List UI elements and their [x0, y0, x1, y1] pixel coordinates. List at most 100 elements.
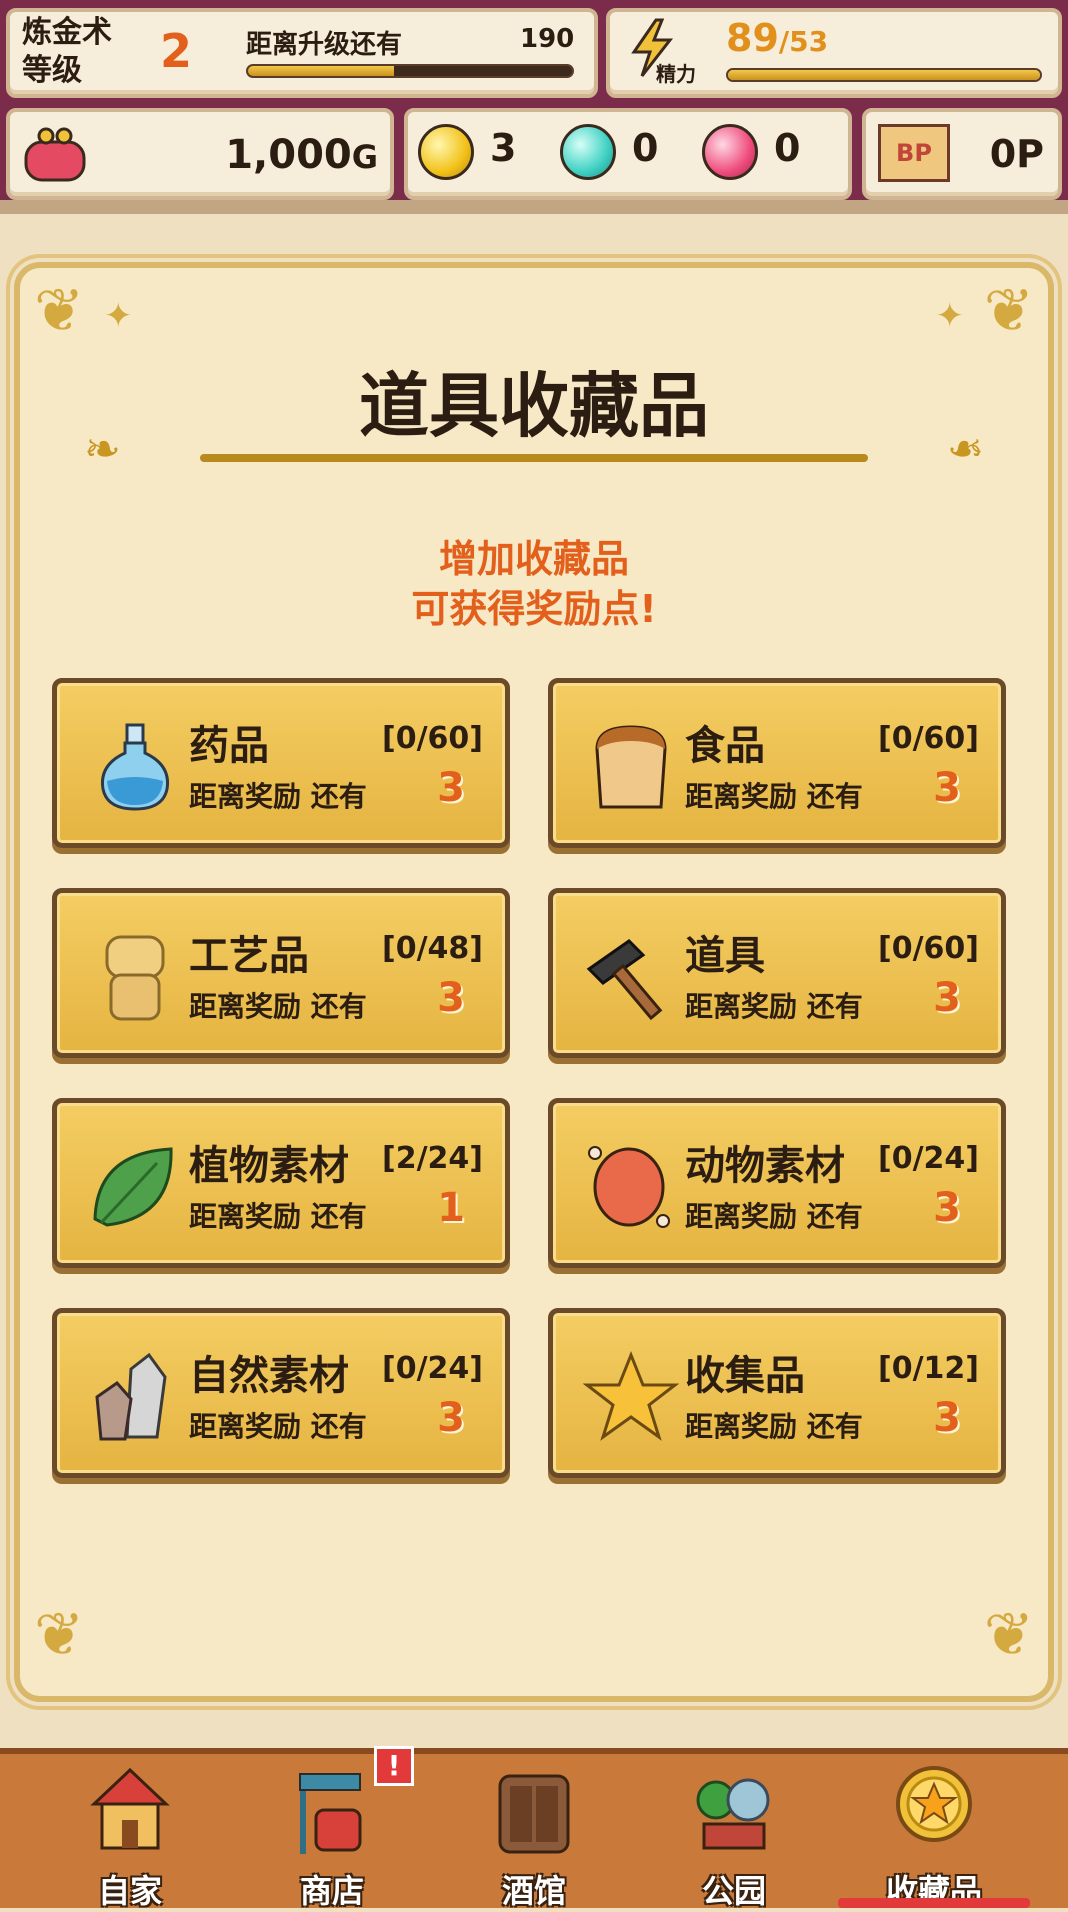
- reward-label: 距离奖励 还有: [189, 990, 367, 1023]
- category-name: 道具: [685, 933, 765, 979]
- title-divider: [200, 454, 868, 462]
- nav-home-label: 自家: [97, 1872, 162, 1910]
- park-icon: [694, 1760, 774, 1860]
- nav-tavern[interactable]: 酒馆: [454, 1760, 614, 1910]
- corner-ornament-icon: ❦: [983, 1600, 1034, 1670]
- reward-remaining: 3: [933, 1185, 961, 1231]
- pink-gem-icon: [702, 124, 758, 180]
- category-button[interactable]: 药品 [0/60] 距离奖励 还有 3: [52, 678, 510, 848]
- nav-park-label: 公园: [701, 1872, 766, 1910]
- category-count: [0/12]: [877, 1351, 979, 1386]
- yellow-gem-icon: [418, 124, 474, 180]
- stone-icon: [87, 1349, 183, 1445]
- collection-medal-icon: [894, 1760, 974, 1860]
- reward-label: 距离奖励 还有: [685, 990, 863, 1023]
- stamina-bar: [726, 68, 1042, 82]
- stamina-value: 89/53: [726, 16, 828, 60]
- category-name: 自然素材: [189, 1353, 349, 1399]
- hud-divider: [0, 200, 1068, 214]
- stamina-fill: [728, 70, 1040, 80]
- stamina-current: 89: [726, 16, 779, 60]
- category-name: 动物素材: [685, 1143, 845, 1189]
- cyan-gem-icon: [560, 124, 616, 180]
- nav-collection[interactable]: 收藏品: [838, 1760, 1030, 1910]
- category-button[interactable]: 工艺品 [0/48] 距离奖励 还有 3: [52, 888, 510, 1058]
- category-name: 药品: [189, 723, 269, 769]
- sparkle-icon: ✦: [104, 296, 133, 336]
- reward-label: 距离奖励 还有: [685, 1410, 863, 1443]
- reward-remaining: 3: [933, 975, 961, 1021]
- bp-ticket-icon: BP: [878, 124, 950, 182]
- category-button[interactable]: 动物素材 [0/24] 距离奖励 还有 3: [548, 1098, 1006, 1268]
- category-count: [0/48]: [381, 931, 483, 966]
- purse-icon: [20, 122, 90, 186]
- sparkle-icon: ✦: [935, 296, 965, 336]
- reward-remaining: 1: [437, 1185, 465, 1231]
- reward-label: 距离奖励 还有: [685, 1200, 863, 1233]
- wheat-ornament-icon: ❧: [947, 424, 984, 475]
- category-button[interactable]: 植物素材 [2/24] 距离奖励 还有 1: [52, 1098, 510, 1268]
- wheat-ornament-icon: ❧: [84, 424, 121, 475]
- nav-park[interactable]: 公园: [654, 1760, 814, 1910]
- reward-remaining: 3: [437, 1395, 465, 1441]
- reward-remaining: 3: [933, 765, 961, 811]
- alchemy-label-line2: 等级: [22, 53, 82, 88]
- category-count: [0/24]: [381, 1351, 483, 1386]
- page-title: 道具收藏品: [359, 365, 709, 447]
- category-count: [0/60]: [877, 721, 979, 756]
- reward-label: 距离奖励 还有: [189, 1200, 367, 1233]
- corner-ornament-icon: ❦: [983, 276, 1034, 346]
- reward-remaining: 3: [437, 975, 465, 1021]
- bread-icon: [583, 719, 679, 815]
- bp-icon-text: BP: [896, 139, 932, 167]
- nav-tavern-label: 酒馆: [501, 1872, 566, 1910]
- stamina-max: /53: [778, 25, 829, 58]
- pink-gem-count: 0: [774, 126, 801, 170]
- reward-label: 距离奖励 还有: [189, 1410, 367, 1443]
- reward-remaining: 3: [933, 1395, 961, 1441]
- shop-icon: [292, 1760, 372, 1860]
- level-progress-fill: [248, 66, 394, 76]
- category-name: 收集品: [685, 1353, 805, 1399]
- tavern-door-icon: [494, 1760, 574, 1860]
- house-icon: [90, 1760, 170, 1860]
- category-button[interactable]: 自然素材 [0/24] 距离奖励 还有 3: [52, 1308, 510, 1478]
- nav-shop-label: 商店: [299, 1872, 364, 1910]
- bp-value: 0P: [989, 132, 1044, 176]
- meat-icon: [583, 1139, 679, 1235]
- alchemy-label: 炼金术 等级: [22, 14, 112, 90]
- reward-label: 距离奖励 还有: [685, 780, 863, 813]
- nav-home[interactable]: 自家: [50, 1760, 210, 1910]
- category-name: 食品: [685, 723, 765, 769]
- figurine-icon: [87, 929, 183, 1025]
- hint-line-1: 增加收藏品: [438, 537, 629, 581]
- category-count: [0/60]: [877, 931, 979, 966]
- gold-amount: 1,000G: [225, 132, 378, 178]
- potion-icon: [87, 719, 183, 815]
- corner-ornament-icon: ❦: [34, 276, 85, 346]
- active-tab-indicator: [838, 1898, 1030, 1908]
- corner-ornament-icon: ❦: [34, 1600, 85, 1670]
- hint-line-2: 可获得奖励点!: [411, 587, 657, 631]
- hammer-icon: [583, 929, 679, 1025]
- category-button[interactable]: 食品 [0/60] 距离奖励 还有 3: [548, 678, 1006, 848]
- shop-alert-badge: !: [374, 1746, 414, 1786]
- gold-unit: G: [351, 138, 378, 176]
- stamina-label: 精力: [656, 62, 696, 86]
- category-button[interactable]: 道具 [0/60] 距离奖励 还有 3: [548, 888, 1006, 1058]
- category-name: 植物素材: [189, 1143, 349, 1189]
- category-count: [0/60]: [381, 721, 483, 756]
- category-count: [2/24]: [381, 1141, 483, 1176]
- gold-value: 1,000: [225, 132, 352, 178]
- category-name: 工艺品: [189, 933, 309, 979]
- alchemy-label-line1: 炼金术: [22, 15, 112, 50]
- nav-shop[interactable]: ! 商店: [252, 1746, 414, 1910]
- cyan-gem-count: 0: [632, 126, 659, 170]
- category-button[interactable]: 收集品 [0/12] 距离奖励 还有 3: [548, 1308, 1006, 1478]
- next-level-label: 距离升级还有: [246, 30, 403, 60]
- level-progress-bar: [246, 64, 574, 78]
- reward-label: 距离奖励 还有: [189, 780, 367, 813]
- yellow-gem-count: 3: [490, 126, 517, 170]
- reward-remaining: 3: [437, 765, 465, 811]
- alchemy-level-value: 2: [160, 24, 193, 78]
